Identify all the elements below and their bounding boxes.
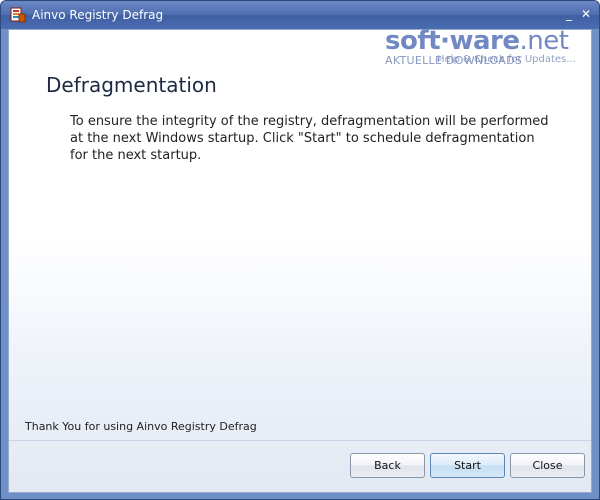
watermark-logo: soft·ware.net AKTUELLE DOWNLOADS Help & … (385, 26, 595, 70)
footer-divider (9, 440, 591, 441)
watermark-brand: soft·ware.net (385, 26, 569, 56)
help-check-updates-link[interactable]: Help & Check for Updates... (437, 54, 576, 65)
close-button[interactable]: Close (510, 453, 585, 478)
footer-message: Thank You for using Ainvo Registry Defra… (25, 420, 257, 433)
minimize-icon[interactable]: _ (562, 7, 576, 21)
page-title: Defragmentation (46, 73, 217, 97)
close-icon[interactable]: ✕ (579, 7, 593, 21)
window-title: Ainvo Registry Defrag (32, 8, 164, 22)
watermark-brand-tld: .net (519, 26, 569, 56)
start-button[interactable]: Start (430, 453, 505, 478)
page-description: To ensure the integrity of the registry,… (70, 114, 549, 163)
watermark-brand-main: soft·ware (385, 26, 520, 56)
back-button[interactable]: Back (350, 453, 425, 478)
registry-defrag-app-icon (10, 7, 26, 23)
title-bar[interactable]: Ainvo Registry Defrag _ ✕ (1, 1, 599, 29)
wizard-panel: soft·ware.net AKTUELLE DOWNLOADS Help & … (8, 26, 595, 493)
app-window: Ainvo Registry Defrag _ ✕ soft·ware.net … (0, 0, 600, 500)
